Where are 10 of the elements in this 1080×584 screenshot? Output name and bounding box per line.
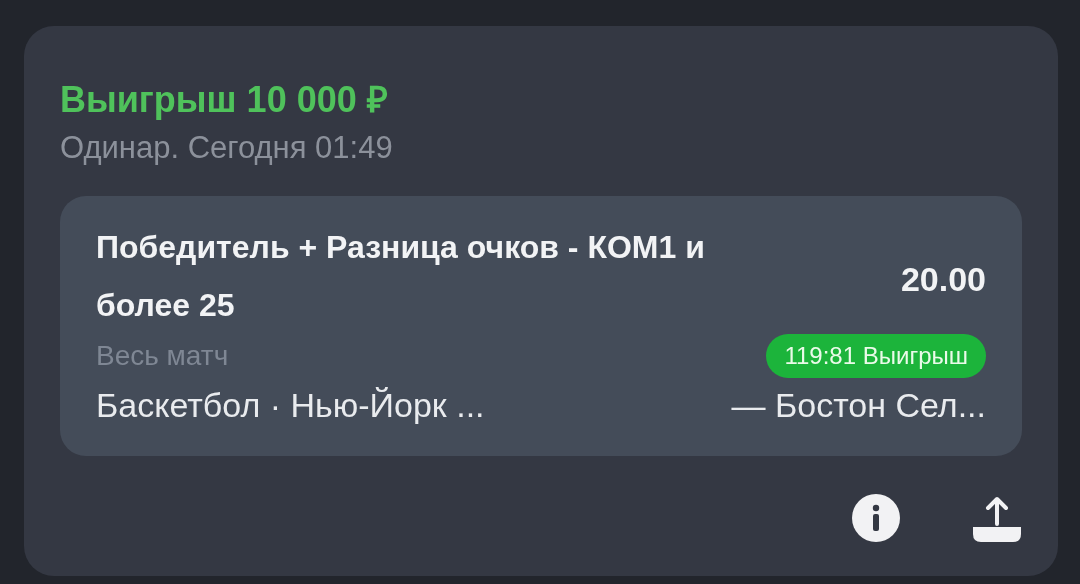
- result-badge: 119:81 Выигрыш: [766, 334, 986, 378]
- info-icon[interactable]: [852, 494, 900, 542]
- event-name: Баскетбол · Нью-Йорк ...: [96, 385, 485, 426]
- period: Весь матч: [96, 339, 230, 373]
- odds: 20.00: [900, 260, 986, 299]
- event-opponent: — Бостон Сел...: [731, 385, 986, 426]
- bet-subtitle: Одинар. Сегодня 01:49: [60, 129, 394, 167]
- market-name: Победитель + Разница очков - КОМ1 и более 25: [96, 228, 706, 325]
- win-title: Выигрыш 10 000 ₽: [60, 78, 389, 122]
- share-icon[interactable]: [972, 494, 1022, 544]
